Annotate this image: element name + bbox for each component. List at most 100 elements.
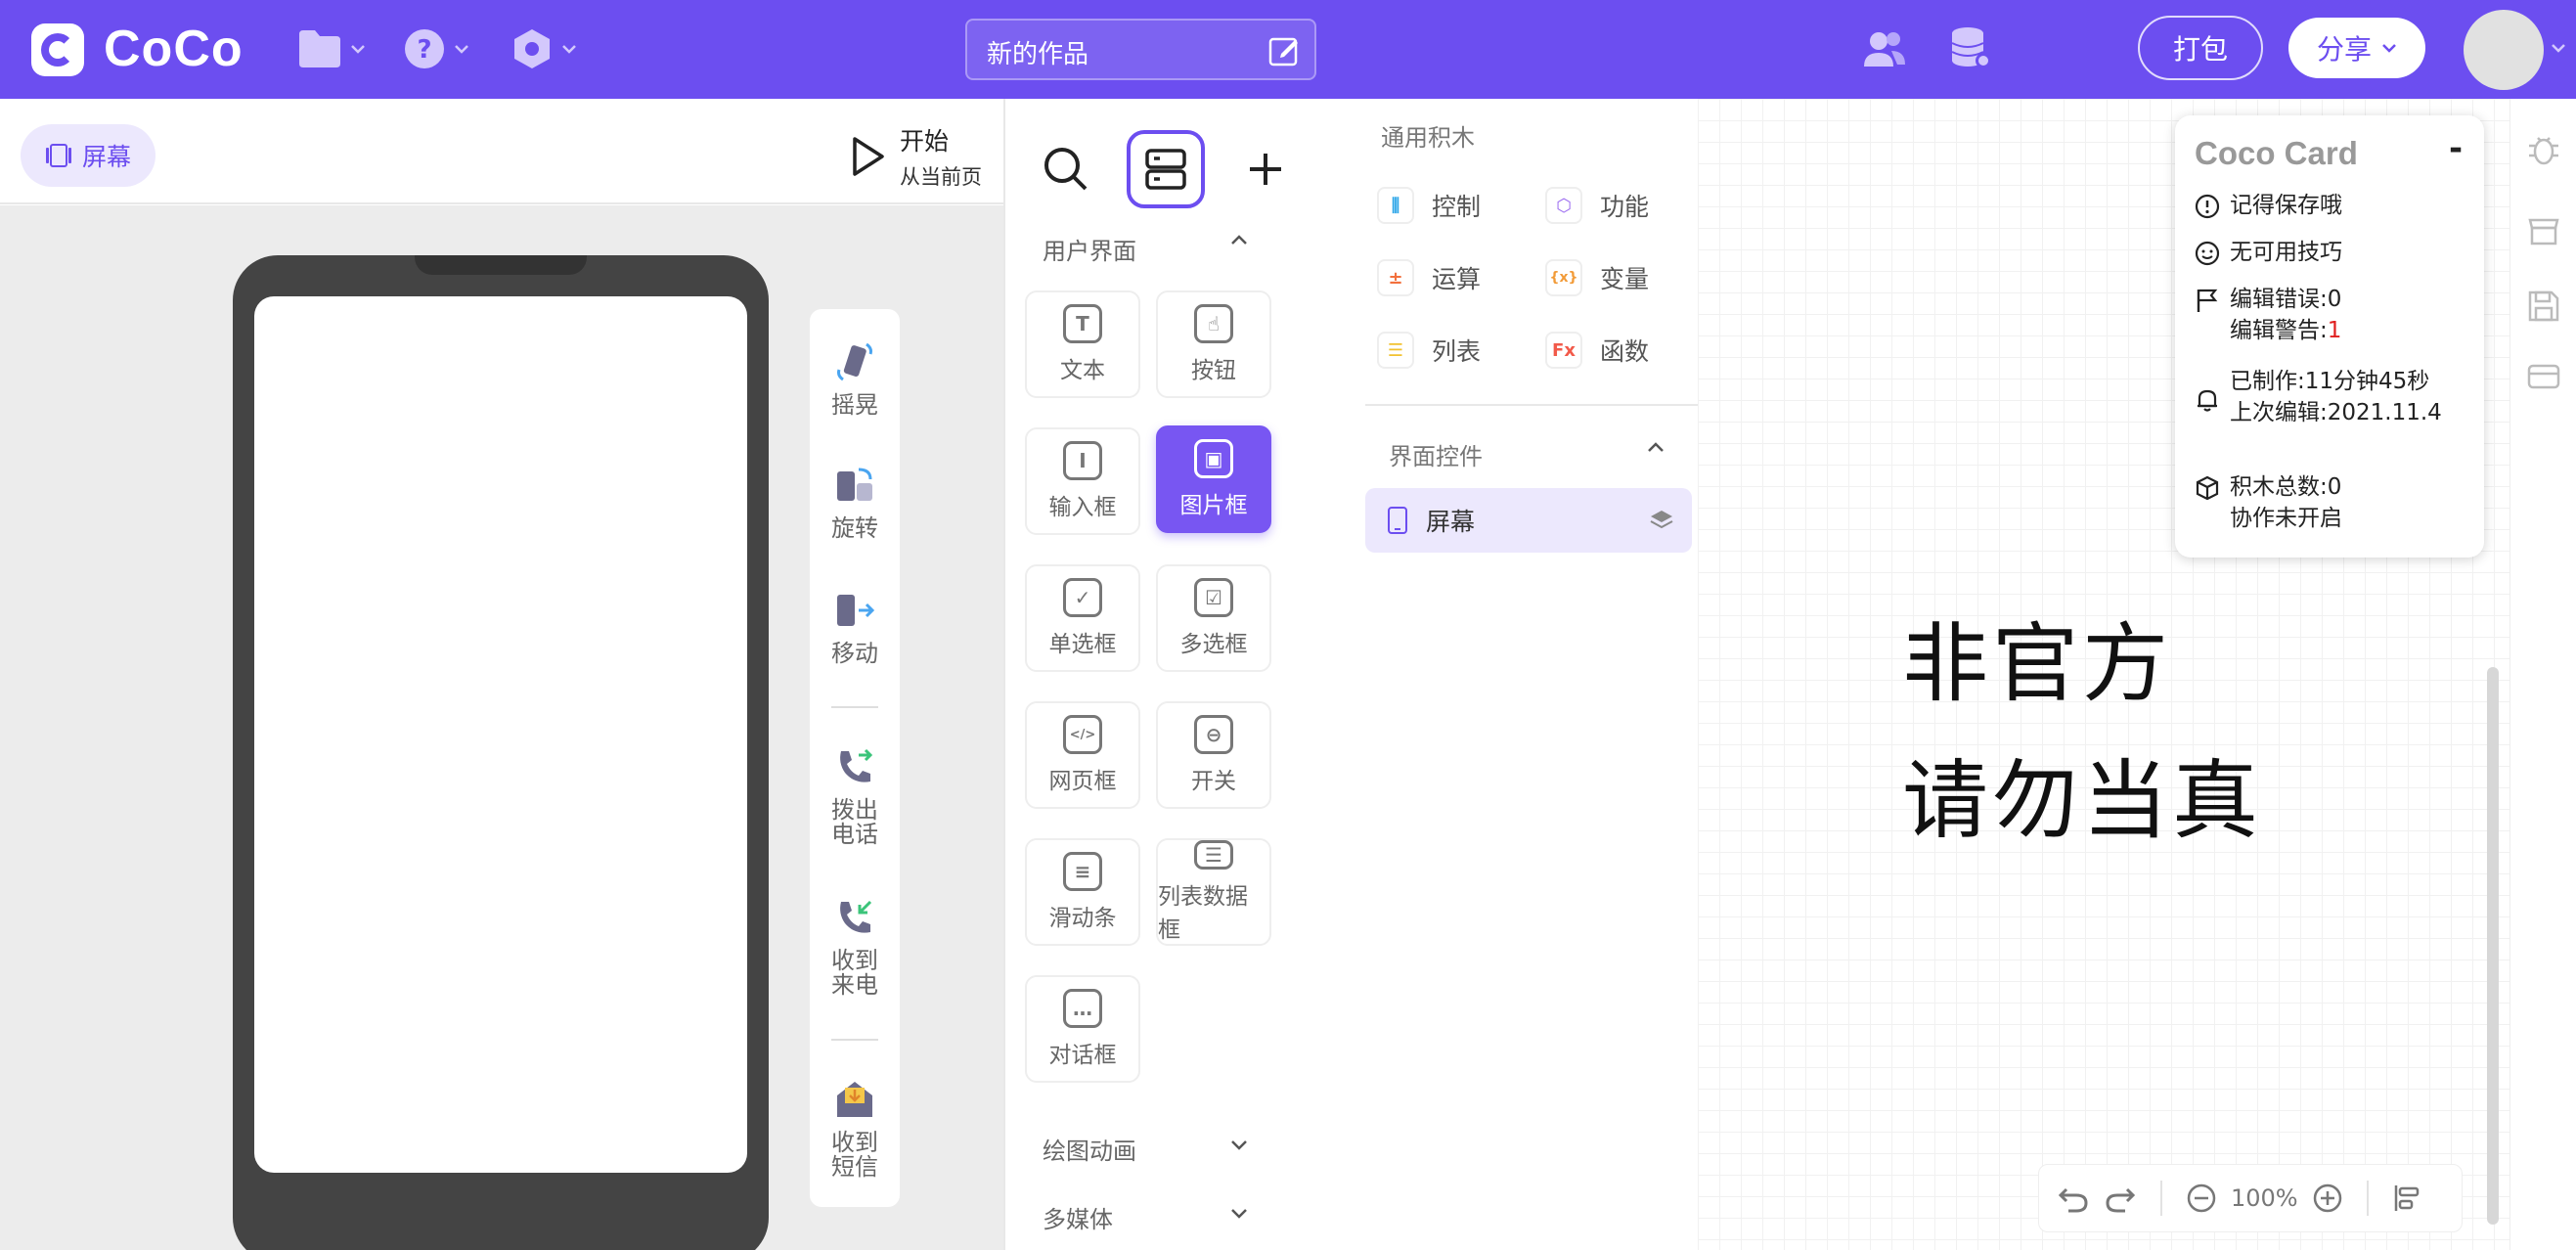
block-cat-list[interactable]: ☰ 列表 [1377,332,1481,369]
component-slider[interactable]: ≡ 滑动条 [1025,838,1140,946]
settings-icon [514,29,550,68]
block-cat-control[interactable]: ⫼ 控制 [1377,187,1481,224]
block-cat-variable[interactable]: {x} 变量 [1545,259,1649,296]
zoom-out-icon[interactable] [2186,1183,2217,1214]
components-tab[interactable] [1127,130,1205,208]
chevron-down-icon [2382,44,2396,53]
sensor-call-in[interactable]: 收到来电 [810,896,900,998]
start-sub-label: 从当前页 [900,165,982,189]
list-icon: ☰ [1377,332,1414,369]
sensor-sms[interactable]: 收到短信 [810,1078,900,1180]
chevron-down-icon[interactable] [1230,1208,1248,1220]
dialog-icon: … [1063,989,1102,1028]
block-cat-procedure[interactable]: Fx 函数 [1545,332,1649,369]
chevron-down-icon [351,45,365,54]
chevron-down-icon[interactable] [1230,1139,1248,1151]
bell-icon [2198,389,2217,412]
project-title-field[interactable]: 新的作品 [965,19,1316,80]
call-in-icon [840,900,872,933]
chevron-up-icon[interactable] [1647,441,1665,453]
chevron-up-icon[interactable] [1230,234,1248,246]
watermark-line-2: 请勿当真 [1902,750,2263,851]
phone-notch [415,255,587,275]
category-ui[interactable]: 用户界面 [1043,232,1136,266]
collaborators-icon[interactable] [1862,29,1907,70]
component-button[interactable]: ☝ 按钮 [1156,290,1271,398]
rotate-icon [837,468,872,501]
category-draw[interactable]: 绘图动画 [1043,1132,1136,1166]
zoom-divider [2366,1181,2369,1216]
sensor-shake[interactable]: 摇晃 [810,340,900,418]
component-webview[interactable]: </> 网页框 [1025,701,1140,809]
screen-tab-label: 屏幕 [81,143,131,171]
checkbox-icon: ☑ [1194,578,1233,617]
project-title[interactable]: 新的作品 [987,34,1088,70]
edit-icon[interactable] [1267,34,1301,67]
share-button[interactable]: 分享 [2288,18,2425,78]
radio-icon: ✓ [1063,578,1102,617]
sensor-toolbar: 摇晃 旋转 移动 拨出电话 收到来电 收到短信 [810,309,900,1207]
zoom-in-icon[interactable] [2312,1183,2343,1214]
cube-icon [2196,475,2219,501]
sensor-call-out[interactable]: 拨出电话 [810,745,900,847]
button-icon: ☝ [1194,304,1233,343]
operator-icon: ± [1377,259,1414,296]
component-list-data[interactable]: ☰ 列表数据框 [1156,838,1271,946]
block-cat-function[interactable]: ⬡ 功能 [1545,187,1649,224]
search-icon[interactable] [1043,146,1089,193]
file-icon [299,30,340,67]
start-label: 开始 [900,127,950,156]
component-image[interactable]: ▣ 图片框 [1156,425,1271,533]
card-time-status: 已制作:11分钟45秒 上次编辑:2021.11.4 [2195,366,2442,428]
category-media[interactable]: 多媒体 [1043,1200,1113,1234]
control-screen-item[interactable]: 屏幕 [1365,488,1692,553]
pack-button[interactable]: 打包 [2138,16,2263,80]
save-icon[interactable] [2526,289,2561,324]
component-text[interactable]: T 文本 [1025,290,1140,398]
webview-icon: </> [1063,715,1102,754]
ui-controls-title[interactable]: 界面控件 [1389,437,1483,471]
store-icon[interactable] [2526,214,2561,249]
sensor-move[interactable]: 移动 [810,589,900,666]
component-radio[interactable]: ✓ 单选框 [1025,564,1140,672]
chevron-down-icon[interactable] [2551,43,2566,53]
start-button[interactable]: 开始 从当前页 [851,122,982,191]
chevron-down-icon [562,45,576,54]
screen-control-label: 屏幕 [1426,508,1476,536]
screen-tab[interactable]: 屏幕 [21,124,155,187]
zoom-level: 100% [2231,1184,2298,1212]
svg-text:?: ? [417,35,431,65]
smile-icon [2195,241,2220,266]
user-avatar[interactable] [2464,10,2544,90]
help-menu[interactable]: ? [403,22,469,76]
block-cat-operator[interactable]: ± 运算 [1377,259,1481,296]
coco-card-minimize[interactable]: - [2449,129,2463,168]
component-switch[interactable]: ⊖ 开关 [1156,701,1271,809]
component-dialog[interactable]: … 对话框 [1025,975,1140,1083]
component-input[interactable]: I 输入框 [1025,427,1140,535]
general-blocks-title: 通用积木 [1381,124,1475,152]
undo-icon[interactable] [2057,1182,2090,1215]
file-menu[interactable] [297,22,366,76]
database-icon[interactable] [1948,25,1993,70]
layers-icon[interactable] [1649,509,1674,532]
card-edit-status: 编辑错误:0 编辑警告:1 [2195,284,2341,346]
add-icon[interactable] [1246,150,1285,189]
sms-icon [837,1082,872,1117]
sensor-rotate[interactable]: 旋转 [810,464,900,541]
procedure-icon: Fx [1545,332,1582,369]
component-checkbox[interactable]: ☑ 多选框 [1156,564,1271,672]
workspace-scrollbar[interactable] [2487,667,2499,1225]
slider-icon: ≡ [1063,852,1102,891]
settings-menu[interactable] [511,22,577,76]
components-icon [1145,149,1186,190]
switch-icon: ⊖ [1194,715,1233,754]
card-save-hint: 记得保存哦 [2195,190,2342,221]
app-name: CoCo [104,21,244,77]
phone-screen[interactable] [254,296,747,1173]
redo-icon[interactable] [2104,1182,2137,1215]
card-icon[interactable] [2526,359,2561,394]
move-icon [837,595,875,626]
align-blocks-icon[interactable] [2392,1183,2423,1214]
debug-icon[interactable] [2526,132,2561,167]
